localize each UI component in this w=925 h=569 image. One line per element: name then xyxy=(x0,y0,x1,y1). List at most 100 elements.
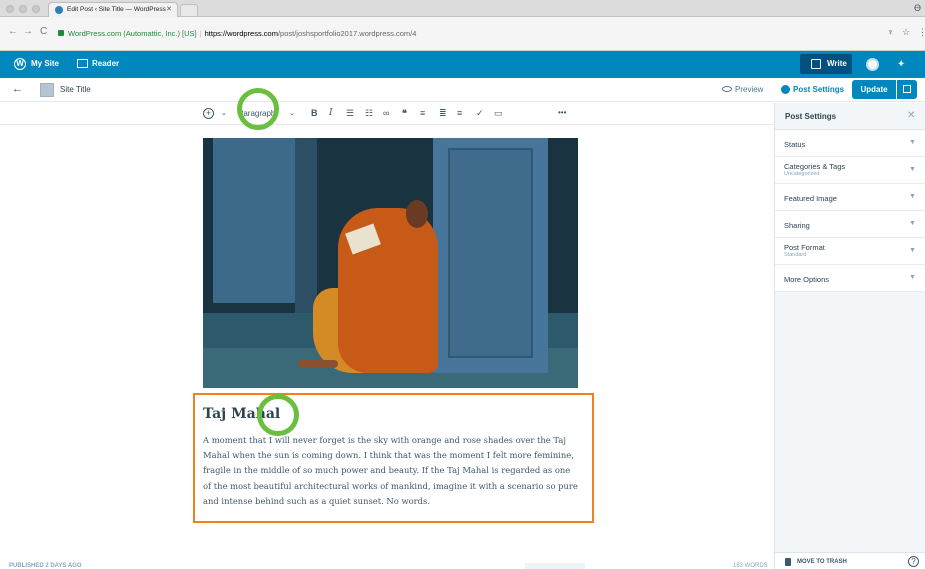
spellcheck-icon[interactable]: ✓ xyxy=(476,108,484,119)
sidebar-item-categories-tags[interactable]: Categories & Tags Uncategorized ▼ xyxy=(775,157,925,184)
browser-tab-title: Edit Post ‹ Site Title — WordPress xyxy=(67,6,166,13)
reader-icon[interactable] xyxy=(77,59,88,68)
word-count: 183 WORDS xyxy=(733,563,768,569)
chevron-down-icon: ▼ xyxy=(909,193,916,200)
align-left-icon[interactable]: ≡ xyxy=(420,108,425,118)
sidebar-title: Post Settings xyxy=(785,112,837,121)
feet-shape xyxy=(298,360,338,368)
close-icon[interactable]: ✕ xyxy=(907,110,915,121)
reader-link[interactable]: Reader xyxy=(92,59,119,68)
sidebar-item-status[interactable]: Status ▼ xyxy=(775,130,925,157)
bold-button[interactable]: B xyxy=(311,108,318,118)
site-icon xyxy=(40,83,54,97)
post-settings-tab[interactable]: Post Settings xyxy=(778,78,850,102)
italic-button[interactable]: I xyxy=(329,108,333,118)
post-body[interactable]: A moment that I will never forget is the… xyxy=(203,433,578,509)
align-right-icon[interactable]: ≡ xyxy=(457,108,462,118)
sidebar-item-sharing[interactable]: Sharing ▼ xyxy=(775,211,925,238)
wordpress-favicon-icon xyxy=(55,6,63,14)
sidebar-item-label: Categories & Tags xyxy=(784,162,846,171)
status-placeholder-bar xyxy=(525,563,585,569)
add-block-icon[interactable]: + xyxy=(203,108,214,119)
update-button[interactable]: Update xyxy=(852,80,896,99)
write-button[interactable]: Write xyxy=(800,54,852,74)
avatar[interactable] xyxy=(866,58,879,71)
move-to-trash-button[interactable]: MOVE TO TRASH xyxy=(797,559,847,565)
sidebar-footer: MOVE TO TRASH ? xyxy=(775,552,925,569)
link-icon[interactable]: ∞ xyxy=(383,108,389,118)
trash-icon[interactable] xyxy=(785,558,791,566)
sidebar-item-sublabel: Uncategorized xyxy=(784,171,820,177)
numbered-list-icon[interactable]: ☷ xyxy=(365,108,373,119)
forward-arrow-icon[interactable]: → xyxy=(23,26,33,37)
featured-photo[interactable] xyxy=(203,138,578,388)
sidebar-item-label: More Options xyxy=(784,275,830,284)
cog-icon xyxy=(781,85,790,94)
screen: Edit Post ‹ Site Title — WordPress ✕ ϴ ←… xyxy=(0,0,925,569)
sidebar-item-label: Featured Image xyxy=(784,194,837,203)
new-tab-button[interactable] xyxy=(180,4,198,16)
insert-more-icon[interactable]: ▭ xyxy=(494,108,503,119)
blockquote-icon[interactable]: ❝ xyxy=(402,108,407,119)
notifications-icon[interactable]: ✦ xyxy=(897,59,905,70)
sidebar-item-label: Status xyxy=(784,140,806,149)
maximize-window-dot[interactable] xyxy=(32,5,40,13)
browser-tab-bar: Edit Post ‹ Site Title — WordPress ✕ ϴ xyxy=(0,0,925,17)
wordpress-masterbar: W My Site Reader Write ✦ xyxy=(0,51,925,78)
chevron-down-icon[interactable]: ⌄ xyxy=(289,109,295,117)
sidebar-item-label: Post Format xyxy=(784,243,825,252)
post-settings-tab-label: Post Settings xyxy=(793,85,845,94)
close-window-dot[interactable] xyxy=(6,5,14,13)
secure-origin-label: WordPress.com (Automattic, Inc.) [US] xyxy=(68,29,197,38)
sidebar-item-post-format[interactable]: Post Format Standard ▼ xyxy=(775,238,925,265)
chevron-down-icon: ▼ xyxy=(909,139,916,146)
bullet-list-icon[interactable]: ☰ xyxy=(346,108,354,119)
sidebar-item-label: Sharing xyxy=(784,221,810,230)
align-center-icon[interactable]: ≣ xyxy=(439,108,447,119)
sidebar-item-sublabel: Standard xyxy=(784,252,807,258)
browser-tab[interactable]: Edit Post ‹ Site Title — WordPress ✕ xyxy=(48,2,178,17)
back-arrow-icon[interactable]: ← xyxy=(8,26,18,37)
url-host: https://wordpress.com xyxy=(204,29,278,38)
editor-header: ← Site Title Preview Post Settings Updat… xyxy=(0,78,925,102)
wordpress-logo-icon[interactable]: W xyxy=(14,58,26,70)
format-toolbar: + ⌄ Paragraph ⌄ B I ☰ ☷ ∞ ❝ ≡ ≣ ≡ ✓ ▭ ••… xyxy=(0,103,773,125)
extension-icon[interactable]: ♆ xyxy=(887,27,894,37)
post-settings-sidebar: Post Settings ✕ Status ▼ Categories & Ta… xyxy=(774,103,925,569)
chevron-down-icon: ▼ xyxy=(909,166,916,173)
sidebar-sections: Status ▼ Categories & Tags Uncategorized… xyxy=(775,130,925,292)
sidebar-item-featured-image[interactable]: Featured Image ▼ xyxy=(775,184,925,211)
my-site-link[interactable]: My Site xyxy=(31,59,59,68)
bookmark-star-icon[interactable]: ☆ xyxy=(902,27,910,38)
browser-address-bar: ← → C WordPress.com (Automattic, Inc.) [… xyxy=(0,17,925,51)
back-arrow-icon[interactable]: ← xyxy=(12,83,23,95)
chevron-down-icon: ▼ xyxy=(909,220,916,227)
menu-dots-icon[interactable]: ⋮ xyxy=(918,27,925,38)
sidebar-header: Post Settings ✕ xyxy=(775,103,925,130)
eye-icon xyxy=(722,86,732,92)
door-left-shape xyxy=(213,138,303,303)
url-path: /post/joshsportfolio2017.wordpress.com/4 xyxy=(277,29,417,38)
profile-icon[interactable]: ϴ xyxy=(914,3,921,13)
sidebar-item-more-options[interactable]: More Options ▼ xyxy=(775,265,925,292)
lock-icon xyxy=(58,30,64,36)
help-icon[interactable]: ? xyxy=(908,556,919,567)
calendar-icon xyxy=(903,85,911,93)
schedule-button[interactable] xyxy=(897,80,917,99)
chevron-down-icon[interactable]: ⌄ xyxy=(221,109,227,117)
minimize-window-dot[interactable] xyxy=(19,5,27,13)
tab-close-icon[interactable]: ✕ xyxy=(166,5,172,13)
woman-head-shape xyxy=(406,200,428,228)
published-status: PUBLISHED 2 DAYS AGO xyxy=(9,563,82,569)
preview-button[interactable]: Preview xyxy=(722,85,763,94)
site-title[interactable]: Site Title xyxy=(60,85,91,94)
preview-label: Preview xyxy=(735,85,764,94)
more-options-button[interactable]: ••• xyxy=(558,108,566,117)
reload-icon[interactable]: C xyxy=(40,26,47,37)
pencil-icon xyxy=(811,59,821,69)
url-field[interactable]: WordPress.com (Automattic, Inc.) [US] | ht… xyxy=(58,29,416,38)
door-right-panel-shape xyxy=(448,148,533,358)
chevron-down-icon: ▼ xyxy=(909,247,916,254)
chevron-down-icon: ▼ xyxy=(909,274,916,281)
write-label: Write xyxy=(827,59,847,68)
